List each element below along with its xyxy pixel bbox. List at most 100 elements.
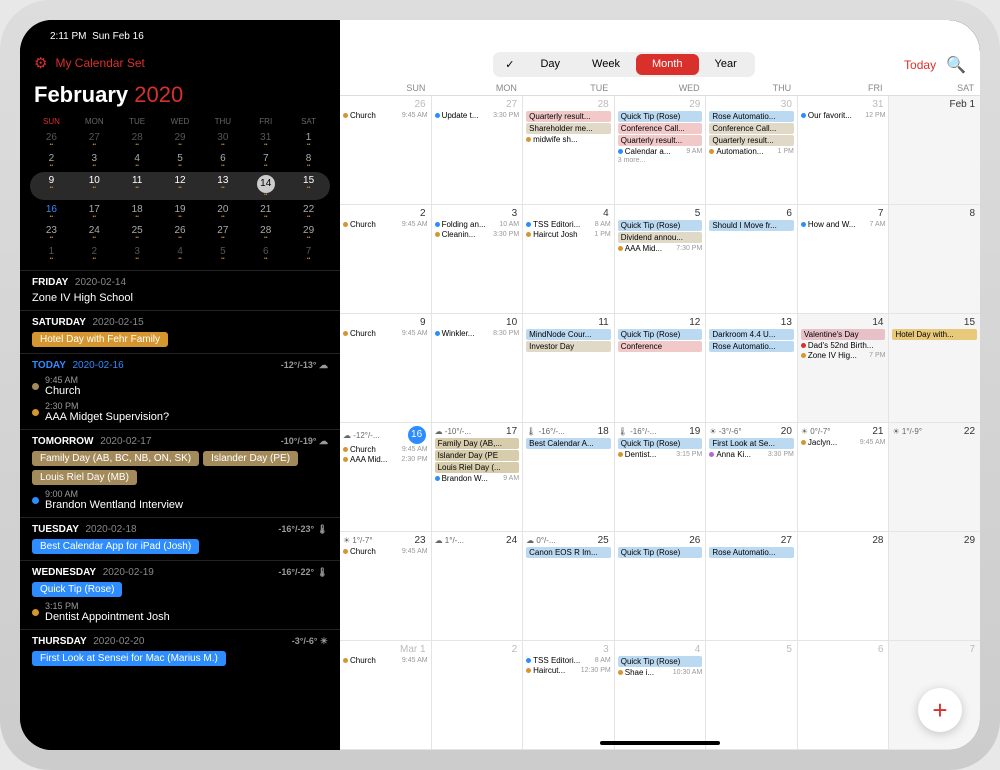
event-item[interactable]: Church9:45 AM [343, 656, 428, 665]
event-item[interactable]: Haircut Josh1 PM [526, 230, 611, 239]
day-cell[interactable]: 6 [798, 641, 890, 749]
event-bar[interactable]: Quarterly result... [709, 135, 794, 146]
event-item[interactable]: Folding an...10 AM [435, 220, 520, 229]
event-bar[interactable]: Conference [618, 341, 703, 352]
mini-day[interactable]: 10•• [73, 172, 116, 200]
mini-day[interactable]: 20•• [201, 201, 244, 222]
event-bar[interactable]: Dividend annou... [618, 232, 703, 243]
mini-day[interactable]: 1•• [287, 129, 330, 150]
view-tab[interactable]: ✓ [495, 54, 524, 75]
event-bar[interactable]: Conference Call... [618, 123, 703, 134]
event-item[interactable]: Cleanin...3:30 PM [435, 230, 520, 239]
add-event-button[interactable]: + [918, 688, 962, 732]
event-bar[interactable]: Quarterly result... [526, 111, 611, 122]
day-cell[interactable]: ☁ 0°/-...25Canon EOS R Im... [523, 532, 615, 640]
day-cell[interactable]: 29 [889, 532, 980, 640]
event-bar[interactable]: Islander Day (PE [435, 450, 520, 461]
event-bar[interactable]: Quarterly result... [618, 135, 703, 146]
event-bar[interactable]: Family Day (AB,... [435, 438, 520, 449]
month-grid[interactable]: 26Church9:45 AM27Update t...3:30 PM28Qua… [340, 96, 980, 750]
event-item[interactable]: AAA Mid...7:30 PM [618, 244, 703, 253]
event-bar[interactable]: Valentine's Day [801, 329, 886, 340]
view-tab[interactable]: Week [576, 54, 636, 75]
today-button[interactable]: Today [904, 58, 936, 72]
day-cell[interactable]: 30Rose Automatio...Conference Call...Qua… [706, 96, 798, 204]
view-tab[interactable]: Day [524, 54, 576, 75]
event-item[interactable]: Dentist...3:15 PM [618, 450, 703, 459]
agenda-event[interactable]: 3:15 PMDentist Appointment Josh [32, 601, 328, 623]
mini-day[interactable]: 27•• [73, 129, 116, 150]
day-cell[interactable]: 11MindNode Cour...Investor Day [523, 314, 615, 422]
event-item[interactable]: How and W...7 AM [801, 220, 886, 229]
day-cell[interactable]: 28Quarterly result...Shareholder me...mi… [523, 96, 615, 204]
day-cell[interactable]: 10Winkler...8:30 PM [432, 314, 524, 422]
mini-calendar[interactable]: SUNMONTUEWEDTHUFRISAT26••27••28••29••30•… [20, 114, 340, 264]
day-cell[interactable]: 6Should I Move fr... [706, 205, 798, 313]
mini-day[interactable]: 22•• [287, 201, 330, 222]
event-item[interactable]: Church9:45 AM [343, 547, 428, 556]
view-tab[interactable]: Month [636, 54, 699, 75]
day-cell[interactable]: 5 [706, 641, 798, 749]
mini-day[interactable]: 9•• [30, 172, 73, 200]
event-item[interactable]: Anna Ki...3:30 PM [709, 450, 794, 459]
mini-day[interactable]: 5•• [201, 243, 244, 264]
day-cell[interactable]: 13Darkroom 4.4 U...Rose Automatio... [706, 314, 798, 422]
mini-day[interactable]: 28•• [116, 129, 159, 150]
day-cell[interactable]: 8 [889, 205, 980, 313]
event-bar[interactable]: Canon EOS R Im... [526, 547, 611, 558]
day-cell[interactable]: 26Quick Tip (Rose) [615, 532, 707, 640]
search-icon[interactable]: 🔍 [946, 55, 966, 75]
day-cell[interactable]: 2Church9:45 AM [340, 205, 432, 313]
mini-day[interactable]: 13•• [201, 172, 244, 200]
mini-day[interactable]: 15•• [287, 172, 330, 200]
day-cell[interactable]: 29Quick Tip (Rose)Conference Call...Quar… [615, 96, 707, 204]
event-bar[interactable]: Quick Tip (Rose) [618, 329, 703, 340]
day-cell[interactable]: 27Update t...3:30 PM [432, 96, 524, 204]
agenda-event[interactable]: 9:00 AMBrandon Wentland Interview [32, 489, 328, 511]
event-bar[interactable]: Rose Automatio... [709, 111, 794, 122]
mini-day[interactable]: 30•• [201, 129, 244, 150]
day-cell[interactable]: 31Our favorit...12 PM [798, 96, 890, 204]
event-item[interactable]: Zone IV Hig...7 PM [801, 351, 886, 360]
mini-day[interactable]: 17•• [73, 201, 116, 222]
event-item[interactable]: TSS Editori...8 AM [526, 220, 611, 229]
event-bar[interactable]: Quick Tip (Rose) [618, 656, 703, 667]
day-cell[interactable]: ☁ -12°/-...16Church9:45 AMAAA Mid...2:30… [340, 423, 432, 531]
day-cell[interactable]: 2 [432, 641, 524, 749]
event-bar[interactable]: First Look at Se... [709, 438, 794, 449]
view-segment[interactable]: ✓DayWeekMonthYear [493, 52, 755, 77]
event-item[interactable]: Church9:45 AM [343, 329, 428, 338]
day-cell[interactable]: 15Hotel Day with... [889, 314, 980, 422]
mini-day[interactable]: 28•• [244, 222, 287, 243]
agenda-event[interactable]: 2:30 PMAAA Midget Supervision? [32, 401, 328, 423]
day-cell[interactable]: 4TSS Editori...8 AMHaircut Josh1 PM [523, 205, 615, 313]
event-bar[interactable]: Shareholder me... [526, 123, 611, 134]
event-item[interactable]: Shae i...10:30 AM [618, 668, 703, 677]
mini-day[interactable]: 14•• [244, 172, 287, 200]
day-cell[interactable]: 14Valentine's DayDad's 52nd Birth...Zone… [798, 314, 890, 422]
mini-day[interactable]: 25•• [116, 222, 159, 243]
agenda-event-pill[interactable]: First Look at Sensei for Mac (Marius M.) [32, 651, 226, 666]
day-cell[interactable]: 26Church9:45 AM [340, 96, 432, 204]
event-bar[interactable]: Conference Call... [709, 123, 794, 134]
mini-day[interactable]: 6•• [201, 150, 244, 171]
mini-day[interactable]: 1•• [30, 243, 73, 264]
day-cell[interactable]: 🌡 -16°/-...18Best Calendar A... [523, 423, 615, 531]
event-bar[interactable]: MindNode Cour... [526, 329, 611, 340]
mini-day[interactable]: 11•• [116, 172, 159, 200]
mini-day[interactable]: 2•• [30, 150, 73, 171]
event-item[interactable]: Church9:45 AM [343, 445, 428, 454]
event-item[interactable]: Winkler...8:30 PM [435, 329, 520, 338]
mini-day[interactable]: 3•• [116, 243, 159, 264]
day-cell[interactable]: 🌡 -16°/-...19Quick Tip (Rose)Dentist...3… [615, 423, 707, 531]
mini-day[interactable]: 16•• [30, 201, 73, 222]
agenda-event[interactable]: Zone IV High School [32, 292, 328, 304]
day-cell[interactable]: 7How and W...7 AM [798, 205, 890, 313]
mini-day[interactable]: 29•• [287, 222, 330, 243]
event-bar[interactable]: Quick Tip (Rose) [618, 111, 703, 122]
event-bar[interactable]: Quick Tip (Rose) [618, 438, 703, 449]
event-item[interactable]: Calendar a...9 AM [618, 147, 703, 156]
day-cell[interactable]: ☁ 1°/-...24 [432, 532, 524, 640]
mini-day[interactable]: 27•• [201, 222, 244, 243]
event-item[interactable]: Automation...1 PM [709, 147, 794, 156]
